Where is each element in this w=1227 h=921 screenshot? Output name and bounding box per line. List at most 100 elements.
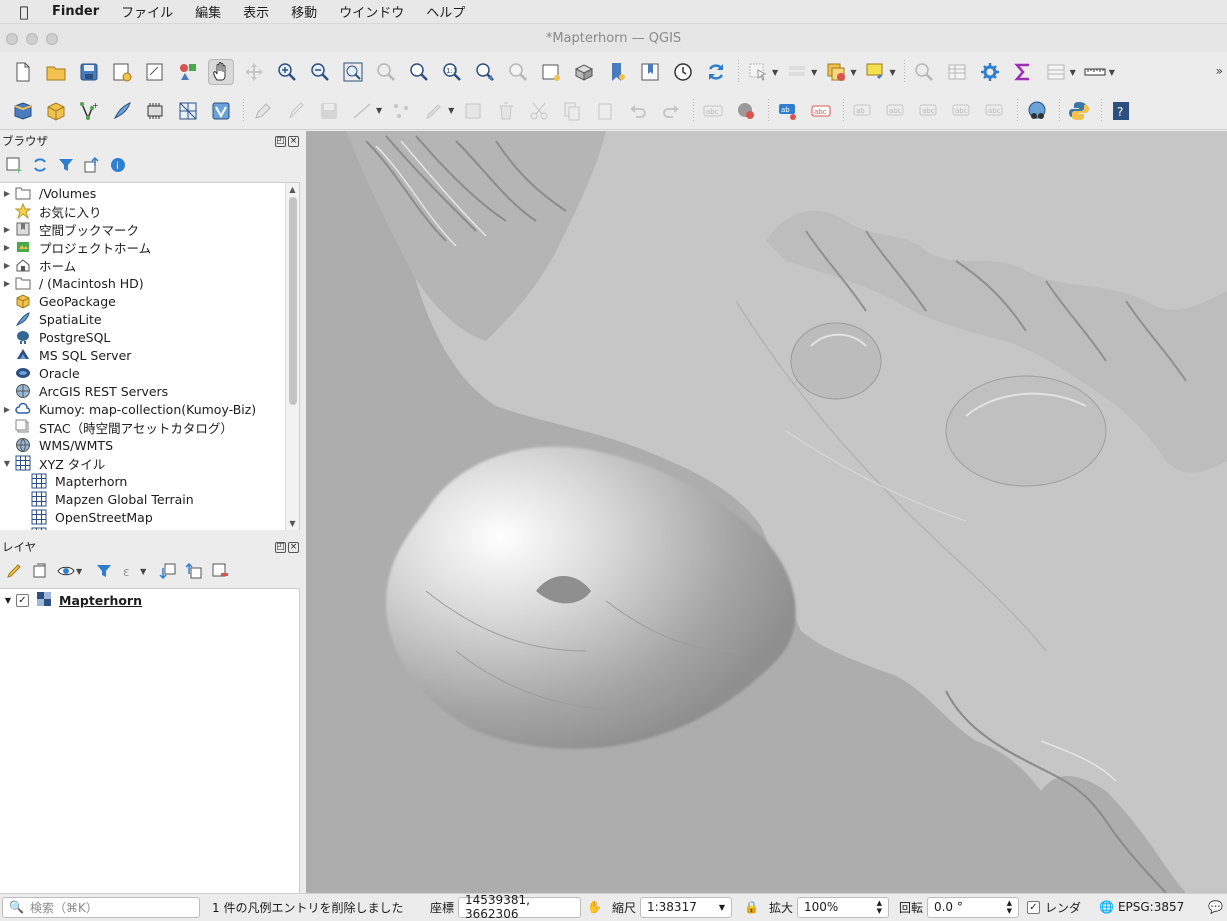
browser-item-item[interactable]: ▶ 空間ブックマーク: [0, 220, 299, 238]
zoom-in-icon[interactable]: [274, 59, 300, 85]
menu-view[interactable]: 表示: [232, 2, 280, 21]
open-project-icon[interactable]: [43, 59, 69, 85]
pin-labels-icon[interactable]: ab: [850, 98, 876, 124]
coordinate-field[interactable]: 14539381, 3662306: [458, 893, 582, 921]
scale-combobox[interactable]: 1:38317 ▼: [639, 896, 732, 918]
browser-item-ms-sql-server[interactable]: MS SQL Server: [0, 346, 299, 364]
browser-item-arcgis-rest-servers[interactable]: ArcGIS REST Servers: [0, 382, 299, 400]
new-temporary-layer-icon[interactable]: [142, 98, 168, 124]
layer-diagram-icon[interactable]: abc: [808, 98, 834, 124]
crs-value[interactable]: EPSG:3857: [1118, 900, 1184, 914]
new-print-layout-icon[interactable]: [109, 59, 135, 85]
add-annotation-icon[interactable]: [862, 59, 888, 85]
chevron-down-icon[interactable]: ▼: [0, 459, 14, 468]
metasearch-globe-icon[interactable]: [1024, 98, 1050, 124]
menu-file[interactable]: ファイル: [110, 2, 184, 21]
filter-legend-icon[interactable]: [94, 561, 114, 581]
crs-globe-icon[interactable]: 🌐: [1099, 900, 1114, 914]
rotate-label-icon[interactable]: abc: [949, 98, 975, 124]
label-pin-icon[interactable]: [733, 98, 759, 124]
delete-selected-icon[interactable]: [493, 98, 519, 124]
map-canvas[interactable]: [306, 131, 1227, 893]
new-bookmark-icon[interactable]: [604, 59, 630, 85]
style-manager-icon[interactable]: [175, 59, 201, 85]
browser-item-item[interactable]: ▶ プロジェクトホーム: [0, 238, 299, 256]
toolbar-overflow-icon[interactable]: »: [1216, 64, 1223, 78]
show-bookmarks-icon[interactable]: [637, 59, 663, 85]
scrollbar-thumb[interactable]: [289, 197, 297, 405]
vertex-tool-icon[interactable]: [388, 98, 414, 124]
add-selected-layers-icon[interactable]: +: [4, 155, 24, 175]
layer-visibility-checkbox[interactable]: ✓: [16, 593, 29, 607]
refresh-icon[interactable]: [703, 59, 729, 85]
messages-icon[interactable]: 💬: [1208, 900, 1223, 914]
layer-styling-icon[interactable]: [4, 561, 24, 581]
menu-help[interactable]: ヘルプ: [415, 2, 476, 21]
magnifier-stepper[interactable]: ▲ ▼: [877, 899, 882, 915]
new-geopackage-layer-icon[interactable]: [43, 98, 69, 124]
menu-go[interactable]: 移動: [280, 2, 328, 21]
new-3d-view-icon[interactable]: [571, 59, 597, 85]
browser-item-geopackage[interactable]: GeoPackage: [0, 292, 299, 310]
attribute-table-icon[interactable]: [944, 59, 970, 85]
new-map-view-icon[interactable]: [538, 59, 564, 85]
digitize-line-icon[interactable]: [349, 98, 375, 124]
expand-all-icon[interactable]: [158, 561, 178, 581]
chevron-right-icon[interactable]: ▶: [0, 243, 14, 252]
magnifier-field[interactable]: 100% ▲ ▼: [796, 896, 889, 918]
data-source-manager-icon[interactable]: [10, 98, 36, 124]
browser-item-volumes[interactable]: ▶ /Volumes: [0, 184, 299, 202]
copy-features-icon[interactable]: [559, 98, 585, 124]
paste-features-icon[interactable]: [592, 98, 618, 124]
select-by-value-icon[interactable]: [784, 59, 810, 85]
help-icon[interactable]: ?: [1108, 98, 1134, 124]
chevron-right-icon[interactable]: ▶: [0, 405, 14, 414]
cut-features-icon[interactable]: [526, 98, 552, 124]
save-project-icon[interactable]: [76, 59, 102, 85]
scroll-up-icon[interactable]: ▲: [286, 183, 299, 197]
modify-attributes-icon[interactable]: [421, 98, 447, 124]
locator-search-input[interactable]: 🔍 検索（⌘K）: [2, 896, 200, 918]
show-hide-labels-icon[interactable]: abc: [883, 98, 909, 124]
xyz-child-openstreetmap[interactable]: OpenStreetMap: [0, 508, 299, 526]
menu-edit[interactable]: 編集: [184, 2, 232, 21]
scroll-down-icon[interactable]: ▼: [286, 517, 299, 530]
add-group-icon[interactable]: [30, 561, 50, 581]
zoom-window-button[interactable]: [46, 33, 58, 45]
chevron-right-icon[interactable]: ▶: [0, 225, 14, 234]
browser-item-xyz[interactable]: ▼ XYZ タイル: [0, 454, 299, 472]
xyz-child-mapzen-global-terrain[interactable]: Mapzen Global Terrain: [0, 490, 299, 508]
chevron-right-icon[interactable]: ▶: [0, 261, 14, 270]
toggle-extents-icon[interactable]: ✋: [587, 900, 602, 914]
zoom-out-icon[interactable]: [307, 59, 333, 85]
new-vector-layer-icon[interactable]: +: [76, 98, 102, 124]
zoom-to-selection-icon[interactable]: [373, 59, 399, 85]
zoom-next-icon[interactable]: [505, 59, 531, 85]
enable-properties-icon[interactable]: i: [108, 155, 128, 175]
close-window-button[interactable]: [6, 33, 18, 45]
new-virtual-layer-icon[interactable]: [208, 98, 234, 124]
processing-toolbox-icon[interactable]: [977, 59, 1003, 85]
browser-item-postgresql[interactable]: PostgreSQL: [0, 328, 299, 346]
layer-labeling-icon[interactable]: ab: [775, 98, 801, 124]
float-panel-button[interactable]: ◰: [275, 135, 286, 147]
render-checkbox[interactable]: ✓: [1026, 900, 1040, 914]
chevron-down-icon[interactable]: ▼: [719, 903, 725, 912]
undo-icon[interactable]: [625, 98, 651, 124]
layer-name[interactable]: Mapterhorn: [59, 593, 142, 608]
redo-icon[interactable]: [658, 98, 684, 124]
browser-scrollbar[interactable]: ▲ ▼: [285, 183, 299, 530]
chevron-right-icon[interactable]: ▶: [0, 279, 14, 288]
identify-features-icon[interactable]: [911, 59, 937, 85]
layout-manager-icon[interactable]: [142, 59, 168, 85]
rotation-field[interactable]: 0.0 ° ▲ ▼: [926, 896, 1019, 918]
toggle-editing-icon[interactable]: [283, 98, 309, 124]
zoom-native-icon[interactable]: 1:1: [439, 59, 465, 85]
save-edits-icon[interactable]: [316, 98, 342, 124]
open-field-calculator-icon[interactable]: [1043, 59, 1069, 85]
browser-item-wms-wmts[interactable]: WMS/WMTS: [0, 436, 299, 454]
collapse-all-icon[interactable]: [82, 155, 102, 175]
browser-item-oracle[interactable]: Oracle: [0, 364, 299, 382]
filter-by-expression-icon[interactable]: ε: [120, 561, 140, 581]
rotation-stepper[interactable]: ▲ ▼: [1007, 899, 1012, 915]
